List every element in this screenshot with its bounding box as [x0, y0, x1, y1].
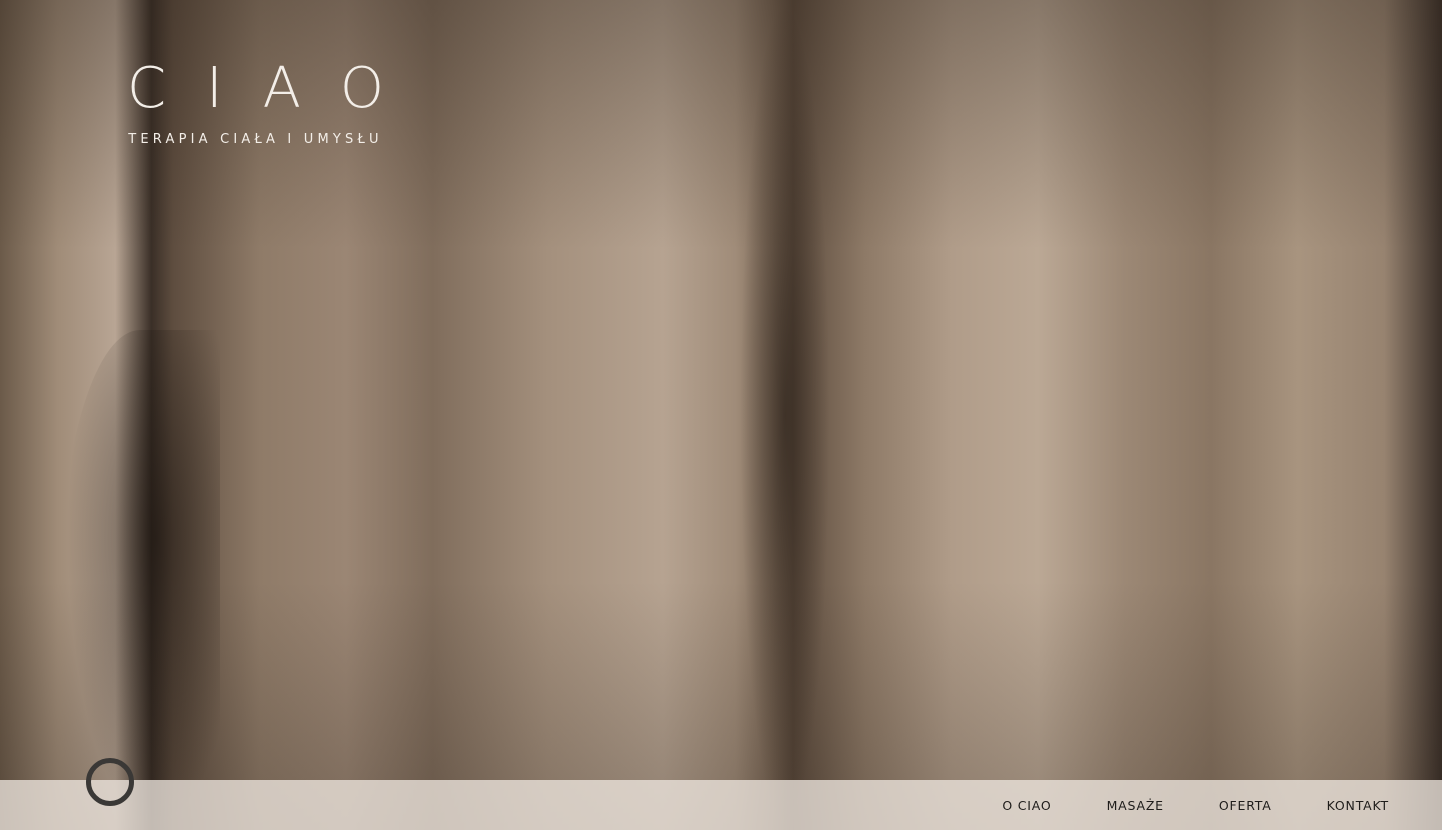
- brand-logo[interactable]: CIAO TERAPIA CIAŁA I UMYSŁU: [98, 58, 413, 148]
- hero-spine-shadow: [740, 0, 830, 830]
- hero-contour-shadow: [60, 330, 220, 830]
- ring-icon[interactable]: [86, 758, 134, 806]
- main-navigation: O CIAO MASAŻE OFERTA KONTAKT: [1002, 798, 1389, 813]
- brand-tagline: TERAPIA CIAŁA I UMYSŁU: [128, 132, 383, 147]
- nav-link-kontakt[interactable]: KONTAKT: [1327, 798, 1389, 813]
- brand-name: CIAO: [126, 56, 425, 121]
- nav-link-masaze[interactable]: MASAŻE: [1107, 798, 1164, 813]
- nav-link-oferta[interactable]: OFERTA: [1219, 798, 1272, 813]
- nav-link-o-ciao[interactable]: O CIAO: [1002, 798, 1051, 813]
